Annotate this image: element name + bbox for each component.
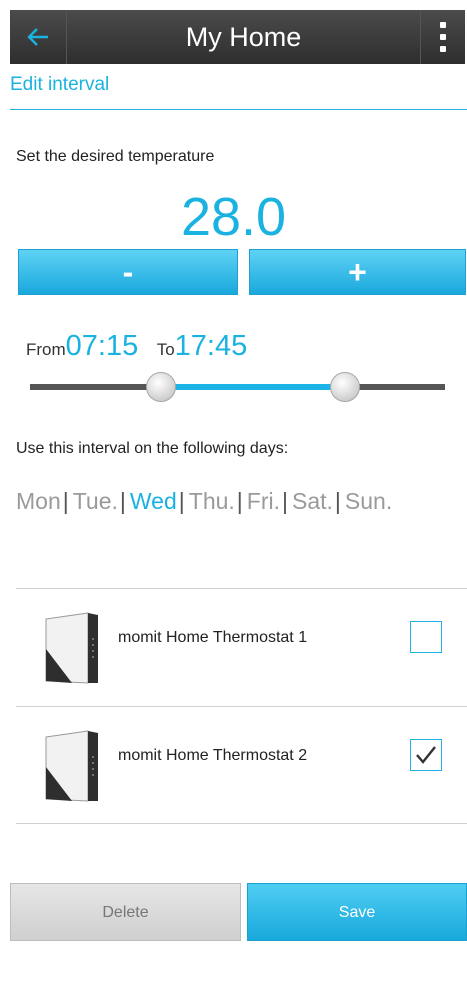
day-selector: Mon| Tue.| Wed| Thu.| Fri.| Sat.| Sun. (16, 488, 392, 515)
section-title: Edit interval (10, 74, 110, 95)
slider-selected-range (161, 384, 345, 390)
day-separator: | (119, 488, 126, 514)
day-toggle-sat[interactable]: Sat. (292, 488, 333, 515)
days-label: Use this interval on the following days: (16, 440, 289, 457)
to-label: To (156, 340, 175, 359)
day-toggle-wed[interactable]: Wed (130, 488, 177, 515)
from-time: 07:15 (65, 330, 139, 362)
page-title: My Home (185, 22, 302, 52)
start-time-handle[interactable] (146, 372, 176, 402)
day-toggle-fri[interactable]: Fri. (247, 488, 280, 515)
increase-temperature-button[interactable]: + (249, 249, 466, 295)
top-bar: My Home (10, 10, 465, 64)
day-toggle-mon[interactable]: Mon (16, 488, 61, 515)
thermostat-icon (45, 612, 98, 684)
list-divider (16, 823, 467, 824)
section-divider (10, 109, 467, 110)
overflow-menu-button[interactable] (421, 10, 465, 64)
arrow-left-icon (27, 28, 48, 46)
decrease-temperature-button[interactable]: - (18, 249, 238, 295)
device-row-thermostat-2[interactable]: momit Home Thermostat 2 (16, 707, 467, 825)
temperature-label: Set the desired temperature (16, 148, 215, 165)
vertical-ellipsis-icon (440, 22, 446, 28)
device-name: momit Home Thermostat 2 (118, 747, 308, 764)
device-checkbox-1[interactable] (410, 621, 442, 653)
checkmark-icon (416, 746, 436, 764)
to-time: 17:45 (174, 330, 248, 362)
day-toggle-thu[interactable]: Thu. (189, 488, 235, 515)
day-separator: | (282, 488, 288, 514)
save-button[interactable]: Save (247, 883, 467, 941)
ellipsis-dot (440, 34, 446, 40)
day-toggle-tue[interactable]: Tue. (73, 488, 118, 515)
from-label: From (26, 340, 66, 359)
day-separator: | (334, 488, 341, 514)
interval-times: From07:15 To17:45 (26, 330, 247, 363)
ellipsis-dot (440, 46, 446, 52)
device-name: momit Home Thermostat 1 (118, 629, 308, 646)
day-separator: | (62, 488, 69, 514)
device-checkbox-2[interactable] (410, 739, 442, 771)
temperature-value: 28.0 (180, 187, 287, 247)
day-separator: | (178, 488, 185, 514)
day-toggle-sun[interactable]: Sun. (345, 488, 392, 515)
interval-range-slider[interactable] (30, 372, 445, 402)
day-separator: | (236, 488, 243, 514)
delete-button[interactable]: Delete (10, 883, 241, 941)
thermostat-icon (45, 730, 98, 802)
end-time-handle[interactable] (330, 372, 360, 402)
back-button[interactable] (10, 10, 66, 64)
device-row-thermostat-1[interactable]: momit Home Thermostat 1 (16, 589, 467, 707)
